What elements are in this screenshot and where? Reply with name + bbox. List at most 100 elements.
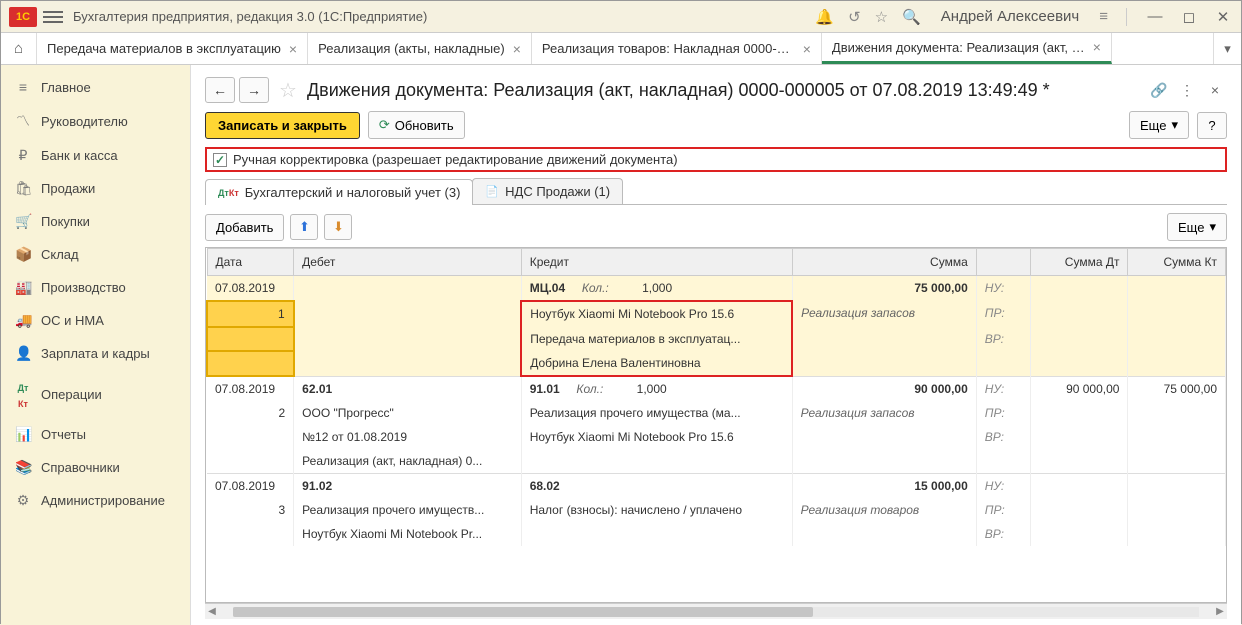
cell-date[interactable]: 07.08.2019 [207, 276, 294, 302]
sidebar-item-purchases[interactable]: 🛒Покупки [1, 205, 190, 238]
cell-sum-dt[interactable] [1030, 474, 1128, 499]
cell-credit-acc[interactable]: 68.02 [521, 474, 792, 499]
minimize-button[interactable]: — [1145, 8, 1165, 25]
close-icon[interactable]: × [513, 41, 521, 57]
manual-edit-checkbox-row[interactable]: ✓ Ручная корректировка (разрешает редакт… [205, 147, 1227, 172]
close-icon[interactable]: × [289, 41, 297, 57]
bell-icon[interactable]: 🔔 [815, 8, 834, 26]
close-button[interactable]: ✕ [1213, 8, 1233, 26]
refresh-button[interactable]: ⟳Обновить [368, 111, 465, 139]
cell-debit-line[interactable] [294, 301, 522, 327]
tab-2[interactable]: Реализация товаров: Накладная 0000-00000… [532, 33, 822, 64]
col-sum[interactable]: Сумма [792, 249, 976, 276]
cell-credit-line[interactable]: Ноутбук Xiaomi Mi Notebook Pro 15.6 [521, 301, 792, 327]
sidebar-item-main[interactable]: ≡Главное [1, 71, 190, 103]
home-tab[interactable]: ⌂ [1, 33, 37, 64]
forward-button[interactable]: → [239, 77, 269, 103]
menu-icon[interactable] [43, 7, 63, 27]
sidebar-item-salary[interactable]: 👤Зарплата и кадры [1, 337, 190, 370]
save-close-button[interactable]: Записать и закрыть [205, 112, 360, 139]
cell-sum[interactable]: 75 000,00 [792, 276, 976, 302]
col-sum-kt[interactable]: Сумма Кт [1128, 249, 1226, 276]
close-content-icon[interactable]: × [1203, 82, 1227, 98]
add-button[interactable]: Добавить [205, 214, 284, 241]
cell-debit-acc[interactable] [294, 276, 522, 302]
history-icon[interactable]: ↺ [848, 8, 861, 26]
cell-debit-line[interactable] [294, 327, 522, 351]
cell-credit-line[interactable] [521, 522, 792, 546]
cell-debit-line[interactable]: №12 от 01.08.2019 [294, 425, 522, 449]
cell-row-num[interactable]: 2 [207, 401, 294, 425]
cell-debit-line[interactable]: Ноутбук Xiaomi Mi Notebook Pr... [294, 522, 522, 546]
tab-1[interactable]: Реализация (акты, накладные)× [308, 33, 532, 64]
cell-sum-dt[interactable]: 90 000,00 [1030, 376, 1128, 401]
sidebar-item-production[interactable]: 🏭Производство [1, 271, 190, 304]
sidebar-item-manager[interactable]: 〽Руководителю [1, 103, 190, 139]
back-button[interactable]: ← [205, 77, 235, 103]
cell-debit-acc[interactable]: 91.02 [294, 474, 522, 499]
cell-credit-line[interactable]: Реализация прочего имущества (ма... [521, 401, 792, 425]
tab-vat[interactable]: 📄 НДС Продажи (1) [472, 178, 623, 204]
cell-credit-line[interactable]: Добрина Елена Валентиновна [521, 351, 792, 376]
cell-sum-kt[interactable] [1128, 276, 1226, 302]
sidebar-item-reports[interactable]: 📊Отчеты [1, 418, 190, 451]
cell-debit-line[interactable]: Реализация (акт, накладная) 0... [294, 449, 522, 474]
cell-sum-dt[interactable] [1030, 276, 1128, 302]
cell-debit-line[interactable]: Реализация прочего имуществ... [294, 498, 522, 522]
bag-icon: 🛍 [15, 180, 31, 197]
cell-sum[interactable]: 15 000,00 [792, 474, 976, 499]
cell-vr-label [976, 351, 1030, 376]
cell-sum[interactable]: 90 000,00 [792, 376, 976, 401]
cell-credit-line[interactable]: Ноутбук Xiaomi Mi Notebook Pro 15.6 [521, 425, 792, 449]
favorite-icon[interactable]: ☆ [279, 78, 297, 103]
cell-credit-acc[interactable]: 91.01 Кол.: 1,000 [521, 376, 792, 401]
cell-row-num[interactable]: 3 [207, 498, 294, 522]
cell-sum-kt[interactable]: 75 000,00 [1128, 376, 1226, 401]
tab-0[interactable]: Передача материалов в эксплуатацию× [37, 33, 308, 64]
more-menu-icon[interactable]: ⋮ [1175, 82, 1199, 99]
settings-icon[interactable]: ≡ [1099, 8, 1108, 25]
col-date[interactable]: Дата [207, 249, 294, 276]
cell-credit-line[interactable]: Налог (взносы): начислено / уплачено [521, 498, 792, 522]
entries-table[interactable]: Дата Дебет Кредит Сумма Сумма Дт Сумма К… [205, 247, 1227, 603]
sidebar-item-admin[interactable]: ⚙Администрирование [1, 484, 190, 517]
sidebar-item-reference[interactable]: 📚Справочники [1, 451, 190, 484]
col-credit[interactable]: Кредит [521, 249, 792, 276]
more-button[interactable]: Еще ▾ [1129, 111, 1189, 139]
link-icon[interactable]: 🔗 [1147, 82, 1171, 99]
close-icon[interactable]: × [803, 41, 811, 57]
tab-3[interactable]: Движения документа: Реализация (акт, нак… [822, 33, 1112, 64]
sidebar-item-operations[interactable]: ДтКтОперации [1, 370, 190, 418]
cell-pr-label: ПР: [976, 301, 1030, 327]
user-name[interactable]: Андрей Алексеевич [941, 8, 1079, 25]
col-sum-dt[interactable]: Сумма Дт [1030, 249, 1128, 276]
sidebar-item-os-nma[interactable]: 🚚ОС и НМА [1, 304, 190, 337]
col-type[interactable] [976, 249, 1030, 276]
close-icon[interactable]: × [1093, 39, 1101, 55]
move-up-button[interactable]: ⬆ [290, 214, 318, 240]
maximize-button[interactable]: ◻ [1179, 8, 1199, 26]
cell-row-num[interactable]: 1 [207, 301, 294, 327]
cell-debit-line[interactable]: ООО "Прогресс" [294, 401, 522, 425]
tabs-dropdown[interactable]: ▾ [1213, 33, 1241, 64]
cell-credit-line[interactable]: Передача материалов в эксплуатац... [521, 327, 792, 351]
tab-accounting[interactable]: ДтКт Бухгалтерский и налоговый учет (3) [205, 179, 473, 205]
sidebar-item-warehouse[interactable]: 📦Склад [1, 238, 190, 271]
sidebar-item-bank[interactable]: ₽Банк и касса [1, 139, 190, 172]
col-debit[interactable]: Дебет [294, 249, 522, 276]
horizontal-scrollbar[interactable]: ◀▶ [205, 603, 1227, 619]
checkbox-checked-icon[interactable]: ✓ [213, 153, 227, 167]
cell-debit-line[interactable] [294, 351, 522, 376]
cell-debit-acc[interactable]: 62.01 [294, 376, 522, 401]
cell-credit-acc[interactable]: МЦ.04 Кол.: 1,000 [521, 276, 792, 302]
search-icon[interactable]: 🔍 [902, 8, 921, 26]
table-more-button[interactable]: Еще ▾ [1167, 213, 1227, 241]
cell-credit-line[interactable] [521, 449, 792, 474]
cell-date[interactable]: 07.08.2019 [207, 474, 294, 499]
cell-sum-kt[interactable] [1128, 474, 1226, 499]
help-button[interactable]: ? [1197, 112, 1227, 139]
sidebar-item-sales[interactable]: 🛍Продажи [1, 172, 190, 205]
move-down-button[interactable]: ⬇ [324, 214, 352, 240]
cell-date[interactable]: 07.08.2019 [207, 376, 294, 401]
star-icon[interactable]: ☆ [875, 8, 888, 26]
